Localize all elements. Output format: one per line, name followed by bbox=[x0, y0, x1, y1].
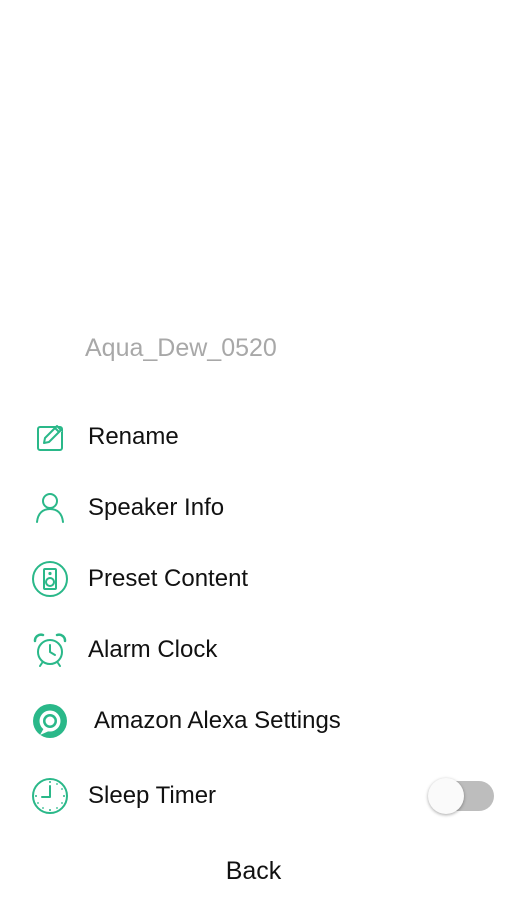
menu-item-speaker-info[interactable]: Speaker Info bbox=[0, 480, 507, 534]
menu-item-alarm-clock[interactable]: Alarm Clock bbox=[0, 622, 507, 676]
alexa-icon bbox=[31, 702, 69, 740]
menu-item-alexa-settings[interactable]: Amazon Alexa Settings bbox=[0, 693, 507, 747]
menu-item-preset-content[interactable]: Preset Content bbox=[0, 551, 507, 605]
menu-label-rename: Rename bbox=[88, 423, 179, 450]
edit-icon bbox=[31, 418, 69, 456]
back-button[interactable]: Back bbox=[0, 846, 507, 896]
alarm-clock-icon bbox=[31, 631, 69, 669]
toggle-knob bbox=[428, 778, 464, 814]
sleep-timer-toggle[interactable] bbox=[428, 778, 496, 814]
person-icon bbox=[31, 489, 69, 527]
device-name: Aqua_Dew_0520 bbox=[85, 334, 277, 362]
menu-label-alexa-settings: Amazon Alexa Settings bbox=[94, 707, 341, 734]
clock-icon bbox=[31, 777, 69, 815]
speaker-icon bbox=[31, 560, 69, 598]
menu-label-speaker-info: Speaker Info bbox=[88, 494, 225, 521]
menu-item-sleep-timer: Sleep Timer bbox=[0, 768, 507, 822]
menu-label-alarm-clock: Alarm Clock bbox=[88, 636, 218, 663]
menu-label-sleep-timer: Sleep Timer bbox=[88, 782, 217, 809]
menu-item-rename[interactable]: Rename bbox=[0, 409, 507, 463]
menu-label-preset-content: Preset Content bbox=[88, 565, 249, 592]
